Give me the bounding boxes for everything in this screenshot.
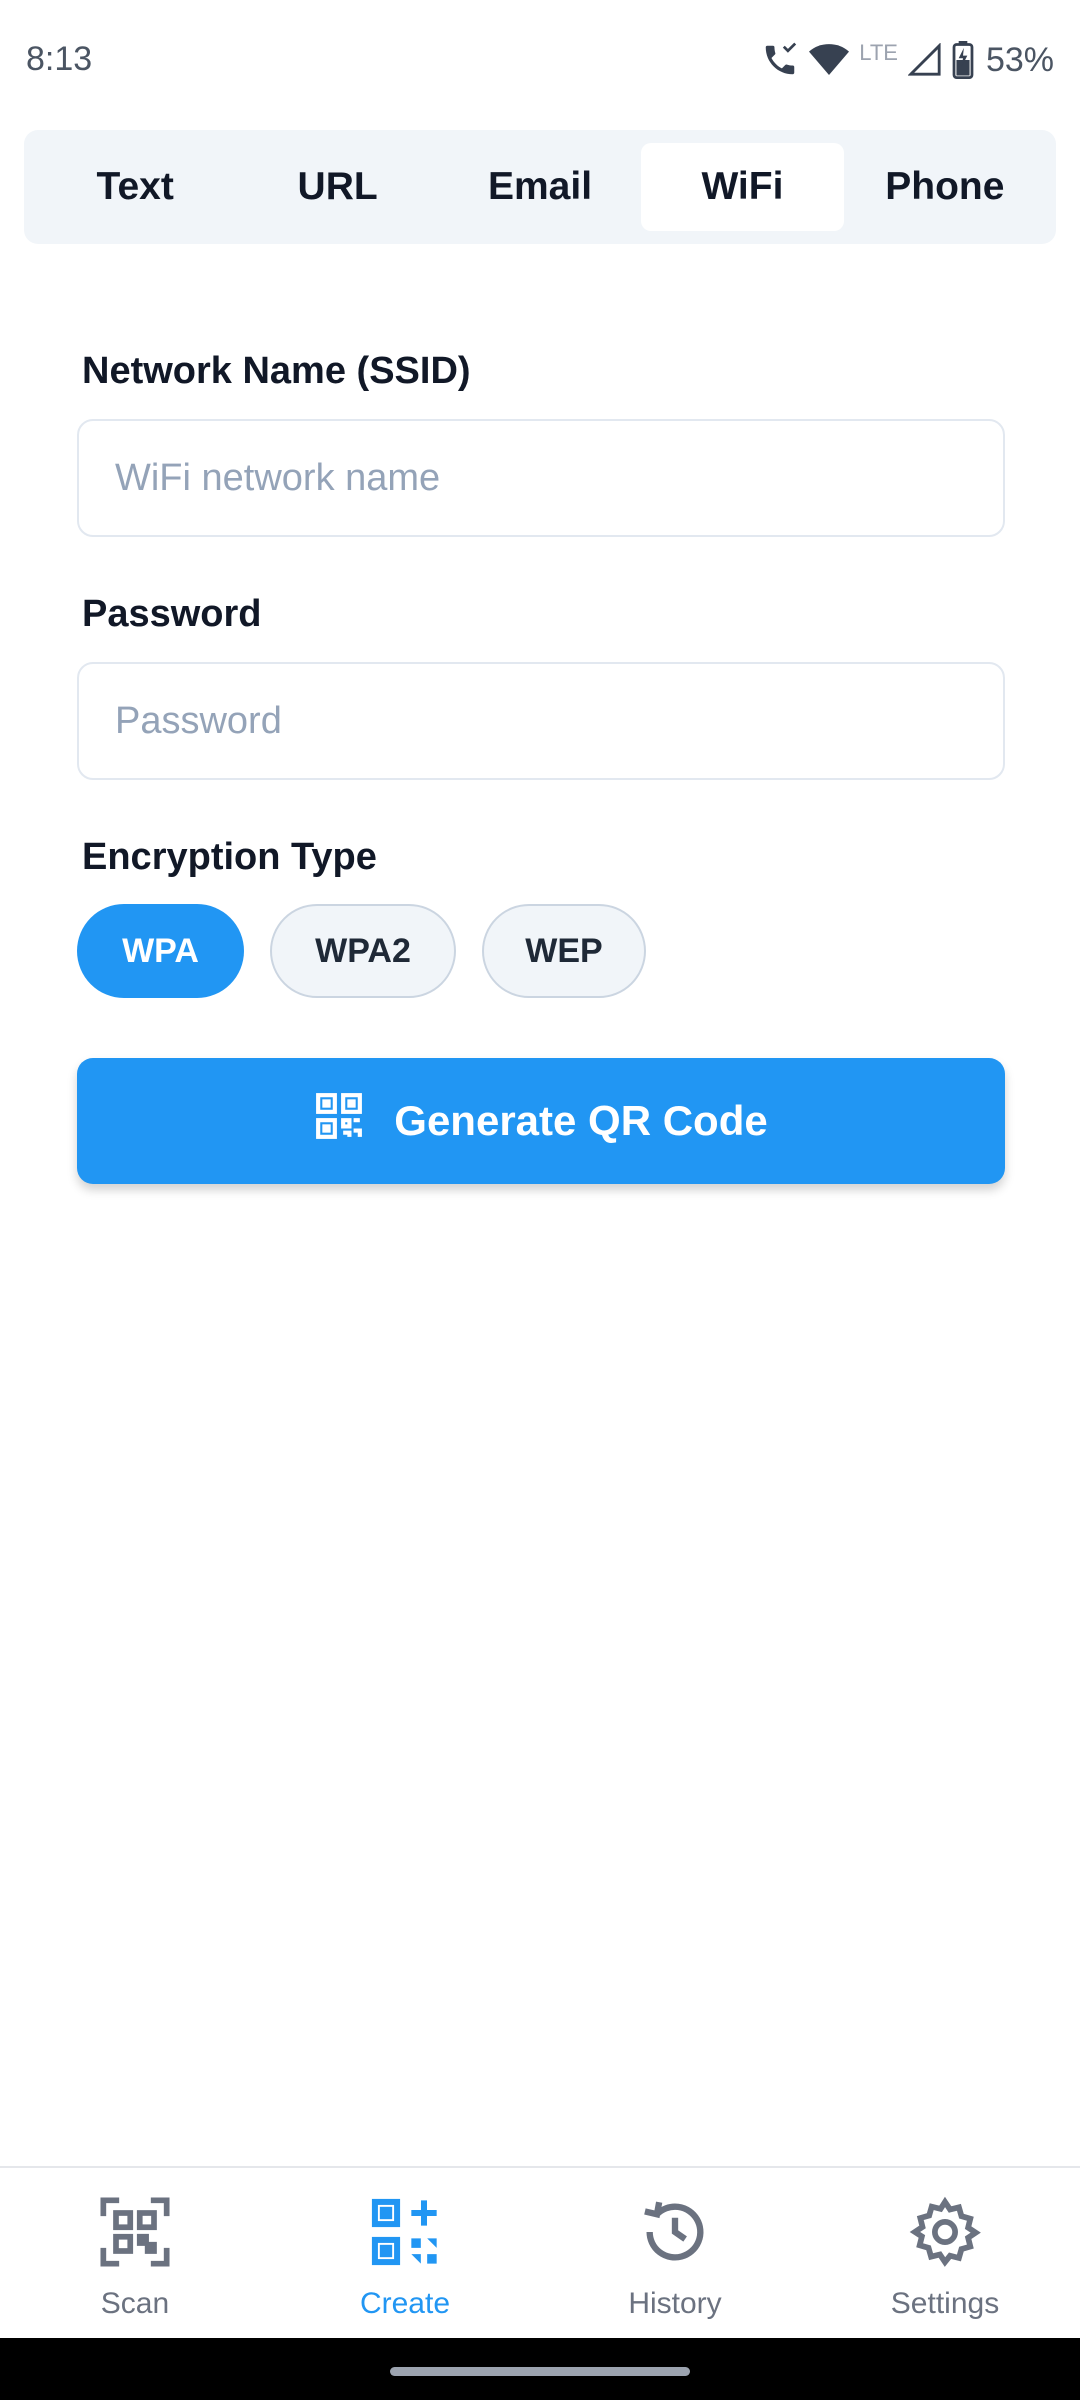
nav-scan-label: Scan xyxy=(100,2287,170,2320)
qr-create-icon xyxy=(367,2194,443,2275)
qr-scan-icon xyxy=(97,2194,173,2275)
status-icons: LTE 53% xyxy=(761,38,1054,82)
network-type-label: LTE xyxy=(859,40,898,65)
tab-url[interactable]: URL xyxy=(236,143,438,231)
nav-settings-label: Settings xyxy=(890,2287,1000,2320)
cell-signal-icon xyxy=(907,43,942,77)
gear-icon xyxy=(907,2194,983,2275)
nav-settings[interactable]: Settings xyxy=(810,2168,1080,2338)
battery-percent: 53% xyxy=(985,40,1054,79)
wifi-calling-icon xyxy=(761,41,799,79)
tab-text[interactable]: Text xyxy=(34,143,236,231)
tab-wifi[interactable]: WiFi xyxy=(641,143,844,231)
nav-history-label: History xyxy=(628,2287,722,2320)
home-gesture-handle[interactable] xyxy=(390,2367,690,2376)
battery-icon xyxy=(952,41,974,79)
nav-history[interactable]: History xyxy=(540,2168,810,2338)
nav-create[interactable]: Create xyxy=(270,2168,540,2338)
encryption-option-wpa[interactable]: WPA xyxy=(77,904,244,998)
nav-create-label: Create xyxy=(359,2287,451,2320)
tab-email[interactable]: Email xyxy=(439,143,641,231)
encryption-option-wpa2[interactable]: WPA2 xyxy=(270,904,456,998)
encryption-options: WPA WPA2 WEP xyxy=(77,904,646,998)
qr-code-icon xyxy=(314,1091,364,1151)
history-icon xyxy=(637,2194,713,2275)
encryption-option-wep[interactable]: WEP xyxy=(482,904,646,998)
tab-phone[interactable]: Phone xyxy=(844,143,1046,231)
ssid-input[interactable] xyxy=(77,419,1005,537)
password-input[interactable] xyxy=(77,662,1005,780)
status-bar: 8:13 LTE 53% xyxy=(0,0,1080,124)
bottom-navigation: Scan Create History Settings xyxy=(0,2166,1080,2338)
generate-qr-button[interactable]: Generate QR Code xyxy=(77,1058,1005,1184)
wifi-signal-icon xyxy=(809,42,850,78)
ssid-label: Network Name (SSID) xyxy=(82,350,471,392)
password-label: Password xyxy=(82,593,262,635)
status-time: 8:13 xyxy=(26,40,93,78)
qr-type-tabs: Text URL Email WiFi Phone xyxy=(24,130,1056,244)
encryption-type-label: Encryption Type xyxy=(82,836,377,878)
nav-scan[interactable]: Scan xyxy=(0,2168,270,2338)
generate-qr-label: Generate QR Code xyxy=(394,1097,768,1144)
